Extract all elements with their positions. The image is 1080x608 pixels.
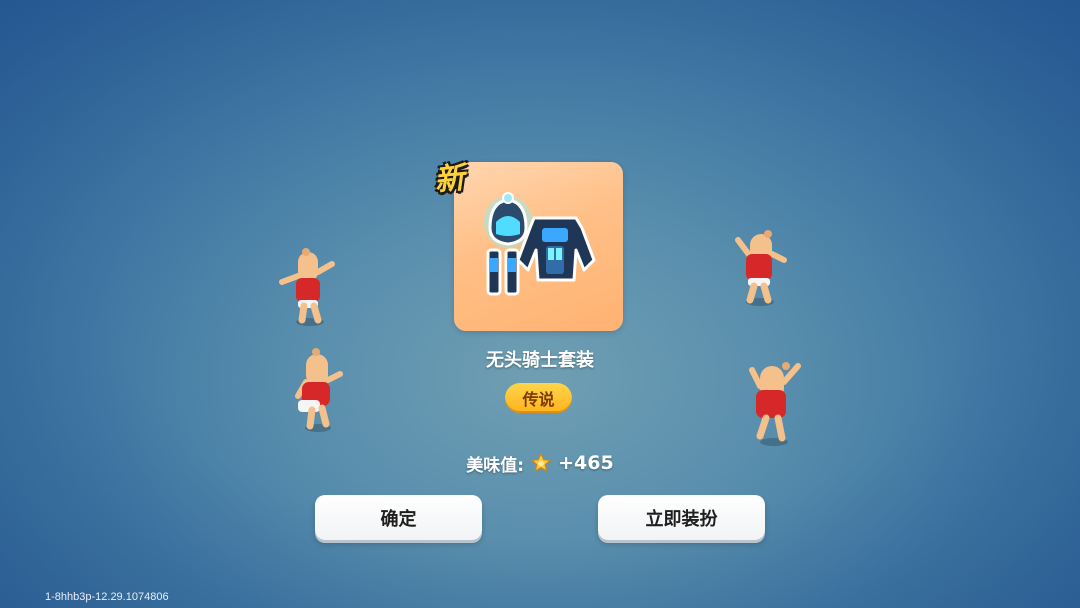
dancing-character-right-bottom	[749, 362, 801, 446]
dancing-character-left-top	[279, 248, 335, 326]
rarity-label: 传说	[522, 390, 555, 409]
version-label: 1-8hhb3p-12.29.1074806	[45, 591, 169, 603]
equip-now-button[interactable]: 立即装扮	[598, 495, 765, 540]
score-label: 美味值:	[466, 455, 525, 476]
score-value: +465	[558, 452, 614, 474]
item-name: 无头骑士套装	[486, 350, 594, 371]
confirm-button[interactable]: 确定	[315, 495, 482, 540]
rarity-badge: 传说	[505, 383, 572, 413]
star-icon	[531, 453, 551, 472]
dancing-character-left-bottom	[295, 348, 343, 432]
score-row: 美味值: +465	[440, 450, 640, 476]
dancing-character-right-top	[735, 230, 787, 306]
headless-knight-outfit-icon	[484, 192, 596, 296]
new-badge-icon: 新	[432, 160, 467, 199]
